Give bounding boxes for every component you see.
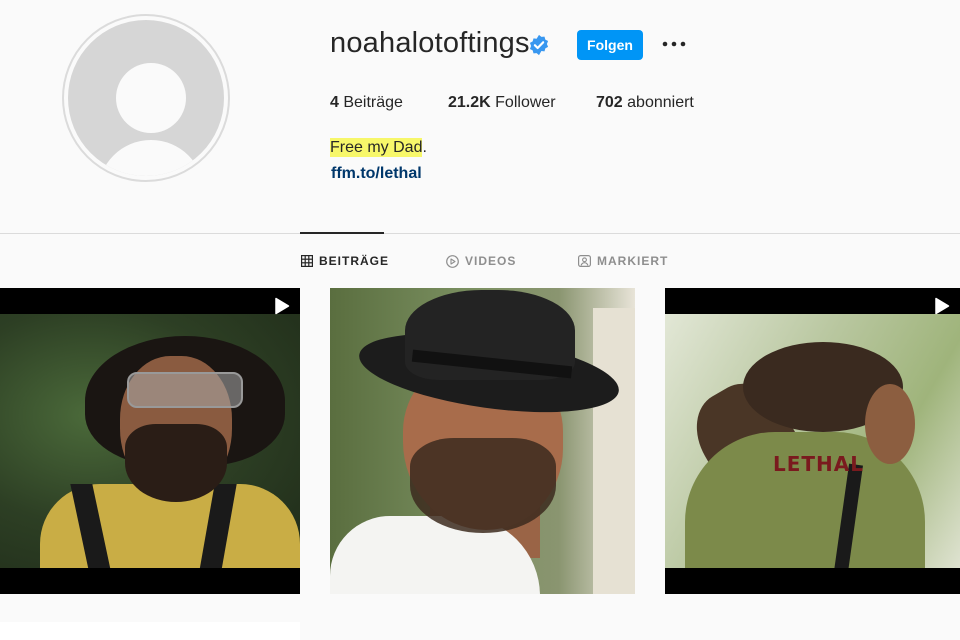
video-play-icon xyxy=(935,297,950,315)
avatar-head-shape xyxy=(116,63,186,133)
avatar-torso-shape xyxy=(98,140,204,176)
followers-label: Follower xyxy=(495,94,556,111)
tab-tagged[interactable]: MARKIERT xyxy=(578,254,668,268)
tab-videos[interactable]: VIDEOS xyxy=(446,254,516,268)
posts-stat: 4 Beiträge xyxy=(330,94,403,112)
grid-bottom-cell xyxy=(0,622,300,640)
post-overlay-text: LETHAL xyxy=(773,452,865,476)
video-play-icon xyxy=(275,297,290,315)
follow-button[interactable]: Folgen xyxy=(577,30,643,60)
tab-posts-label: BEITRÄGE xyxy=(319,254,390,268)
tagged-icon xyxy=(578,255,591,267)
video-letterbox-bottom xyxy=(0,568,300,594)
video-letterbox-bottom xyxy=(665,568,960,594)
following-stat[interactable]: 702 abonniert xyxy=(596,94,694,112)
followers-stat[interactable]: 21.2K Follower xyxy=(448,94,556,112)
bio-text-suffix: . xyxy=(422,139,427,156)
default-avatar-icon xyxy=(68,20,224,176)
post-thumbnail-1[interactable] xyxy=(0,288,300,594)
tab-videos-label: VIDEOS xyxy=(465,254,517,268)
following-count: 702 xyxy=(596,94,623,111)
play-circle-icon xyxy=(446,254,459,268)
bio-text-highlighted: Free my Dad xyxy=(330,138,423,157)
video-letterbox-top xyxy=(665,288,960,314)
video-letterbox-top xyxy=(0,288,300,314)
post-thumbnail-3[interactable]: LETHAL xyxy=(665,288,960,594)
active-tab-indicator xyxy=(300,232,384,234)
post-3-image: LETHAL xyxy=(665,314,960,594)
more-options-button[interactable] xyxy=(660,32,688,56)
post-2-image xyxy=(330,288,635,594)
posts-count: 4 xyxy=(330,94,339,111)
followers-count: 21.2K xyxy=(448,94,491,111)
profile-bio: Free my Dad. xyxy=(330,138,427,157)
grid-icon xyxy=(301,255,313,267)
post-1-image xyxy=(0,314,300,594)
profile-avatar[interactable] xyxy=(62,14,230,182)
posts-label: Beiträge xyxy=(343,94,403,111)
post-thumbnail-2[interactable] xyxy=(330,288,635,594)
bio-link[interactable]: ffm.to/lethal xyxy=(331,165,422,183)
verified-badge-icon xyxy=(529,34,549,56)
following-label: abonniert xyxy=(627,94,694,111)
tabs-divider xyxy=(0,233,960,234)
more-options-icon xyxy=(662,41,686,47)
tab-posts[interactable]: BEITRÄGE xyxy=(301,254,389,268)
tab-tagged-label: MARKIERT xyxy=(597,254,669,268)
profile-username: noahalotoftings xyxy=(330,27,530,59)
